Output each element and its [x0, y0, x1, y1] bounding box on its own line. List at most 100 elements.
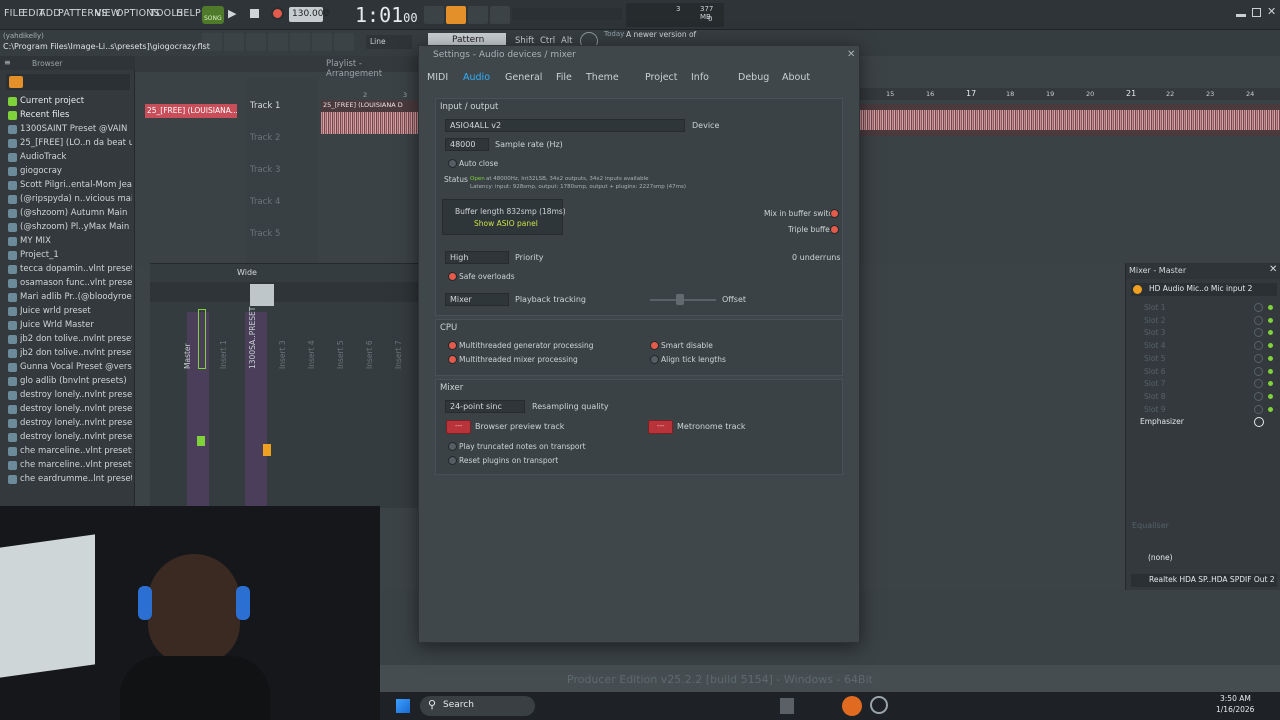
- windows-start-icon[interactable]: [396, 699, 410, 713]
- browser-file[interactable]: Scott Pilgri..ental-Mom Jeans: [20, 180, 132, 190]
- wait-icon[interactable]: [468, 6, 488, 24]
- browser-file[interactable]: Mari adlib Pr..(@bloodyroel): [20, 292, 132, 302]
- tab-file[interactable]: File: [556, 72, 572, 83]
- browser-file[interactable]: (@shzoom) Autumn Main: [20, 208, 132, 218]
- taskbar-date[interactable]: 1/16/2026: [1216, 705, 1254, 714]
- multi-gen-toggle[interactable]: [448, 341, 457, 350]
- mixer-input-select[interactable]: HD Audio Mic..o Mic input 2: [1131, 283, 1277, 296]
- piano-roll-icon[interactable]: [268, 33, 288, 51]
- fx-slot[interactable]: Slot 7: [1144, 379, 1166, 388]
- pattern-mode-icon[interactable]: [446, 6, 466, 24]
- offset-slider-handle[interactable]: [676, 294, 684, 305]
- browser-file[interactable]: che marceline..vlnt presets): [20, 460, 132, 470]
- browser-file[interactable]: destroy lonely..nvlnt presets): [20, 390, 132, 400]
- auto-close-toggle[interactable]: [448, 159, 457, 168]
- timeline-ruler[interactable]: 15 16 17 18 19 20 21 22 23 24: [860, 88, 1280, 100]
- fx-slot[interactable]: Slot 5: [1144, 354, 1166, 363]
- browser-file[interactable]: giogocray: [20, 166, 132, 176]
- reset-plugins-toggle[interactable]: [448, 456, 457, 465]
- mixer-view-label[interactable]: Wide: [237, 268, 257, 277]
- browser-file[interactable]: Project_1: [20, 250, 132, 260]
- channel-rack-icon[interactable]: [224, 33, 244, 51]
- triple-buffer-toggle[interactable]: [830, 225, 839, 234]
- multi-mix-toggle[interactable]: [448, 355, 457, 364]
- fx-slot-emphasizer[interactable]: Emphasizer: [1140, 417, 1184, 426]
- slot-enable-icon[interactable]: [1254, 404, 1263, 414]
- buffer-length[interactable]: Buffer length 832smp (18ms): [455, 207, 566, 216]
- browser-file[interactable]: destroy lonely..nvlnt presets): [20, 418, 132, 428]
- taskbar-search[interactable]: ⚲ Search: [420, 696, 535, 716]
- fx-slot[interactable]: Slot 8: [1144, 392, 1166, 401]
- align-ticks-toggle[interactable]: [650, 355, 659, 364]
- priority-select[interactable]: High: [445, 251, 509, 264]
- keyboard-icon[interactable]: [424, 6, 444, 24]
- stop-icon[interactable]: [250, 9, 259, 18]
- song-mode-toggle[interactable]: SONG: [202, 6, 224, 24]
- mic-icon[interactable]: [334, 33, 354, 51]
- record-icon[interactable]: [271, 7, 284, 20]
- taskbar-app-icon[interactable]: [780, 698, 794, 714]
- slot-enable-icon[interactable]: [1254, 303, 1263, 312]
- master-pitch-slider[interactable]: [512, 8, 622, 20]
- browser-file[interactable]: Juice wrld preset: [20, 306, 132, 316]
- tab-debug[interactable]: Debug: [738, 72, 769, 83]
- minimize-icon[interactable]: [1236, 14, 1246, 17]
- fl-studio-taskbar-icon[interactable]: [842, 696, 862, 716]
- play-truncated-toggle[interactable]: [448, 442, 457, 451]
- metronome-icon[interactable]: [490, 6, 510, 24]
- track-label-1[interactable]: Track 1: [250, 101, 280, 111]
- maximize-icon[interactable]: [1252, 8, 1261, 17]
- safe-overloads-toggle[interactable]: [448, 272, 457, 281]
- browser-file[interactable]: MY MIX: [20, 236, 132, 246]
- fx-slot[interactable]: Slot 2: [1144, 316, 1166, 325]
- sample-rate-select[interactable]: 48000: [445, 138, 489, 151]
- mixer-output-select[interactable]: Realtek HDA SP..HDA SPDIF Out 2: [1131, 574, 1277, 587]
- audio-clip-continued[interactable]: [860, 104, 1280, 136]
- browser-file[interactable]: 1300SAINT Preset @VAIN: [20, 124, 132, 134]
- snap-select[interactable]: Line: [366, 35, 412, 49]
- browser-file[interactable]: jb2 don tolive..nvlnt presets): [20, 348, 132, 358]
- tab-info[interactable]: Info: [691, 72, 709, 83]
- play-icon[interactable]: ▶: [228, 7, 240, 21]
- insert2-fader-handle[interactable]: [263, 444, 271, 456]
- browser-file[interactable]: (@shzoom) Pl..yMax Main FV: [20, 222, 132, 232]
- browser-menu-icon[interactable]: ≡: [4, 58, 11, 67]
- taskbar-time[interactable]: 3:50 AM: [1220, 694, 1251, 703]
- browser-file[interactable]: 25_[FREE] (LO..n da beat up: [20, 138, 132, 148]
- mixer-icon[interactable]: [246, 33, 266, 51]
- slot-enable-icon[interactable]: [1254, 379, 1263, 389]
- browser-file[interactable]: destroy lonely..nvlnt presets): [20, 404, 132, 414]
- tab-project[interactable]: Project: [645, 72, 678, 83]
- settings-taskbar-icon[interactable]: [870, 696, 888, 714]
- metronome-track-button[interactable]: ---: [648, 420, 673, 434]
- show-asio-link[interactable]: Show ASIO panel: [474, 219, 538, 228]
- master-fader-handle[interactable]: [197, 436, 205, 446]
- track-label-3[interactable]: Track 3: [250, 165, 280, 175]
- resampling-select[interactable]: 24-point sinc: [445, 400, 525, 413]
- browser-file[interactable]: osamason func..vlnt presets): [20, 278, 132, 288]
- audio-clip-track1[interactable]: 25_[FREE] (LOUISIANA D: [321, 100, 418, 134]
- browser-file[interactable]: Juice Wrld Master: [20, 320, 132, 330]
- slot-enable-icon[interactable]: [1254, 341, 1263, 351]
- tab-general[interactable]: General: [505, 72, 542, 83]
- track-label-5[interactable]: Track 5: [250, 229, 280, 239]
- song-position[interactable]: 1:0100: [355, 3, 418, 27]
- tab-audio[interactable]: Audio: [463, 72, 490, 83]
- news-text[interactable]: A newer version of: [626, 30, 696, 39]
- browser-file[interactable]: AudioTrack: [20, 152, 132, 162]
- browser-folder[interactable]: Recent files: [20, 110, 132, 120]
- playback-tracking-select[interactable]: Mixer: [445, 293, 509, 306]
- device-select[interactable]: ASIO4ALL v2: [445, 119, 685, 132]
- browser-file[interactable]: che marceline..vlnt presets): [20, 446, 132, 456]
- browser-file[interactable]: glo adlib (bnvlnt presets): [20, 376, 132, 386]
- slot-enable-icon[interactable]: [1254, 328, 1263, 338]
- tab-about[interactable]: About: [782, 72, 810, 83]
- fx-slot[interactable]: Slot 9: [1144, 405, 1166, 414]
- slot-enable-icon[interactable]: [1254, 315, 1263, 325]
- close-icon[interactable]: ✕: [1267, 5, 1276, 18]
- tab-theme[interactable]: Theme: [586, 72, 619, 83]
- fx-slot[interactable]: Slot 3: [1144, 328, 1166, 337]
- settings-close-icon[interactable]: ✕: [847, 49, 855, 60]
- fx-enable-icon[interactable]: [1254, 417, 1264, 427]
- browser-preview-track-button[interactable]: ---: [446, 420, 471, 434]
